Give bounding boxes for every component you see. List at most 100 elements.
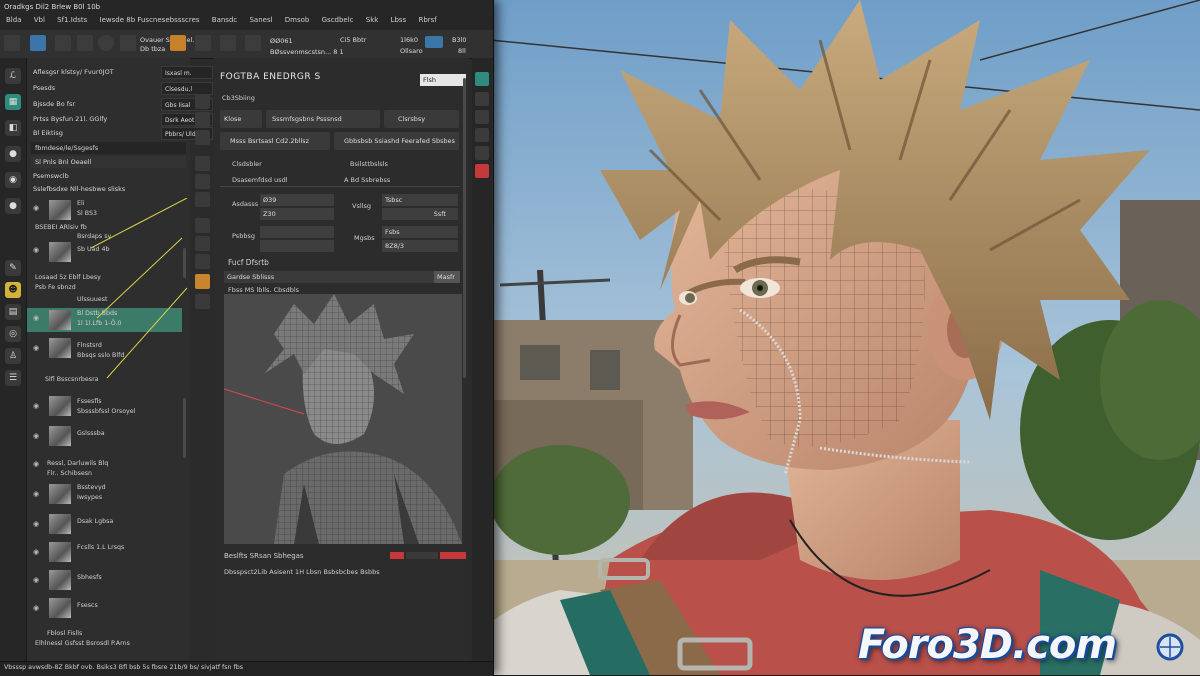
tab-icon[interactable] [195,192,210,207]
visibility-icon[interactable]: ◉ [33,314,39,322]
list-item[interactable]: ◉ Dsak Lgbsa [27,514,182,536]
list-item[interactable]: ◉ Fsescs [27,598,182,622]
transform-tool-icon[interactable] [4,35,20,51]
value-field[interactable] [260,240,334,252]
tab-icon[interactable] [195,130,210,145]
measure-tool-icon[interactable] [245,35,261,51]
list-item[interactable]: ◉ Ressl, Darluwils Blq Flr.. Schibsesn [27,460,182,480]
menu-item[interactable]: Vbl [34,16,45,24]
scene-search-input[interactable]: fbmdese/le/Ssgesfs [31,142,186,154]
preview-viewport[interactable] [223,294,462,544]
value-field[interactable]: Fsbs [382,226,458,238]
sphere-tool-icon[interactable] [98,35,114,51]
scene-scrollbar[interactable] [183,398,186,458]
tab-icon[interactable] [195,294,210,309]
select-tool-icon[interactable] [30,35,46,51]
grid-icon[interactable]: ▤ [5,304,21,320]
menu-item[interactable]: Blda [6,16,21,24]
filter-tool-icon[interactable] [55,35,71,51]
playback-button[interactable] [406,552,438,559]
stop-button[interactable] [440,552,466,559]
pose-icon[interactable]: ♙ [5,348,21,364]
visibility-icon[interactable]: ◉ [33,402,39,410]
visibility-icon[interactable]: ◉ [33,604,39,612]
visibility-icon[interactable]: ◉ [33,576,39,584]
menu-item[interactable]: Rbrsf [418,16,436,24]
visibility-icon[interactable]: ◉ [33,204,39,212]
pose-tool-icon[interactable] [220,35,236,51]
menu-item[interactable]: Dmsob [285,16,310,24]
tab-icon[interactable] [195,174,210,189]
visibility-icon[interactable]: ◉ [33,432,39,440]
tab-icon[interactable] [195,156,210,171]
tool-icon[interactable] [475,110,489,124]
scene-tab-icon[interactable]: ▦ [5,94,21,110]
light-icon[interactable]: ● [5,198,21,214]
menu-item[interactable]: Lbss [391,16,407,24]
menu-item[interactable]: Bansdc [212,16,237,24]
camera-tool-icon[interactable] [77,35,93,51]
properties-scrollbar[interactable] [463,78,466,378]
value-field[interactable]: Ø39 [260,194,334,206]
text-tool-icon[interactable] [195,35,211,51]
value-field[interactable]: 8Z8/3 [382,240,458,252]
item-name: Fsescs [77,602,98,609]
tab-icon[interactable] [195,218,210,233]
value-field[interactable]: Tsbsc [382,194,458,206]
tab-icon[interactable] [195,254,210,269]
brush-icon[interactable]: ✎ [5,260,21,276]
menu-item[interactable]: Sf1.Idsts [57,16,87,24]
divider [220,186,460,187]
visibility-icon[interactable]: ◉ [33,344,39,352]
menu-item[interactable]: Iewsde 8b Fuscnesebssscres [100,16,200,24]
sphere-icon[interactable]: ● [5,146,21,162]
render-tool-icon[interactable] [170,35,186,51]
list-item[interactable]: ◉ Sbhesfs [27,570,182,592]
property-button[interactable]: Sssmfsgsbns Psssnsd [266,110,380,128]
visibility-icon[interactable]: ◉ [33,490,39,498]
list-item[interactable]: ◉ Gslsssba [27,426,182,448]
pin-icon[interactable] [475,72,489,86]
properties-dropdown[interactable]: Flsh [420,74,466,86]
visibility-icon[interactable]: ◉ [33,246,39,254]
list-item[interactable]: ◉ Bsstevyd Iwsypes [27,484,182,508]
tool-icon[interactable] [475,146,489,160]
scene-filter[interactable]: Sl Pnls Bnl Oeaell [31,156,186,168]
value-field[interactable]: Ssft [382,208,458,220]
tab-icon[interactable] [195,94,210,109]
item-thumbnail [49,542,71,562]
light-tool-icon[interactable] [120,35,136,51]
tab-icon-active[interactable] [195,274,210,289]
text-field[interactable]: Gardse Sblisss [224,271,434,283]
tab-icon[interactable] [195,112,210,127]
menu-item[interactable]: Sanesl [249,16,272,24]
value-field[interactable] [260,226,334,238]
dot-icon[interactable]: ◉ [5,172,21,188]
list-item[interactable]: Fblosl Fislls Elhlnessl Gsfsst Bsrosdl P… [27,630,182,656]
property-button[interactable]: Gbbsbsb Ssiashd Feerafed Sbsbes [334,132,459,150]
scene-header-dropdown[interactable]: Isxasl m. [161,66,213,79]
path-icon[interactable]: ℒ [5,68,21,84]
visibility-icon[interactable]: ◉ [33,460,39,468]
property-button[interactable]: Msss Bsrtsasl Cd2.2bllsz [220,132,330,150]
menu-item[interactable]: Gscdbelc [322,16,354,24]
record-button[interactable] [390,552,404,559]
camera-icon[interactable]: ◧ [5,120,21,136]
viewport-toggle-icon[interactable] [425,36,443,48]
visibility-icon[interactable]: ◉ [33,548,39,556]
close-panel-icon[interactable] [475,164,489,178]
value-field[interactable]: Z30 [260,208,334,220]
menu-item[interactable]: Skk [366,16,379,24]
list-item[interactable]: ◉ Fcslls 1.L Lrsqs [27,542,182,564]
figure-icon[interactable]: ☻ [5,282,21,298]
list-icon[interactable]: ☰ [5,370,21,386]
property-button[interactable]: Clsrsbsy [384,110,459,128]
target-icon[interactable]: ◎ [5,326,21,342]
tab-icon[interactable] [195,236,210,251]
property-button[interactable]: Klose [220,110,262,128]
visibility-icon[interactable]: ◉ [33,520,39,528]
tool-icon[interactable] [475,92,489,106]
tool-icon[interactable] [475,128,489,142]
field-button[interactable]: Masfr [434,271,460,283]
list-item[interactable]: ◉ Fssesfls Sbsssbfssl Orsoyel [27,396,182,422]
